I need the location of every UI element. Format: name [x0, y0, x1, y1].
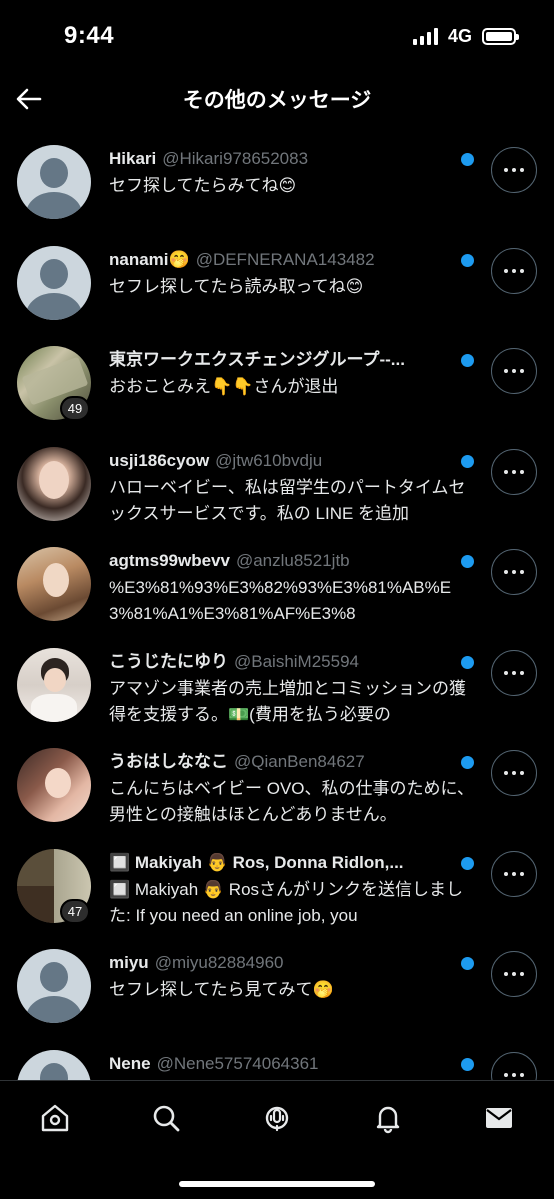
- unread-indicator: [461, 354, 474, 367]
- message-preview: おおことみえ👇👇さんが退出: [109, 377, 339, 396]
- conversation-row[interactable]: Hikari @Hikari978652083 セフ探してたらみてね😊: [0, 132, 554, 233]
- tab-search[interactable]: [146, 1098, 186, 1138]
- more-options-button[interactable]: [491, 850, 537, 897]
- network-label: 4G: [447, 26, 472, 46]
- more-options-button[interactable]: [491, 348, 537, 394]
- sender-name: nanami🤭: [109, 249, 190, 269]
- message-request-list: Hikari @Hikari978652083 セフ探してたらみてね😊 nanam…: [0, 132, 554, 1080]
- signal-icon: [412, 28, 438, 45]
- tab-spaces[interactable]: [257, 1098, 297, 1138]
- search-icon: [153, 1105, 180, 1132]
- conversation-row[interactable]: agtms99wbevv @anzlu8521jtb %E3%81%93%E3%8…: [0, 534, 554, 635]
- home-indicator: [179, 1181, 375, 1187]
- conversation-content: Nene @Nene57574064361: [109, 1052, 475, 1078]
- message-preview: 🔲 Makiyah 👨 Rosさんがリンクを送信しました: If you nee…: [109, 879, 464, 925]
- unread-indicator: [461, 1057, 474, 1071]
- more-options-button[interactable]: [491, 147, 537, 193]
- page-title: その他のメッセージ: [182, 89, 372, 112]
- avatar[interactable]: [17, 145, 91, 219]
- avatar[interactable]: [17, 1049, 91, 1080]
- status-bar: 9:44 4G: [0, 0, 554, 72]
- unread-indicator: [461, 153, 474, 166]
- tab-home[interactable]: [35, 1098, 75, 1138]
- status-indicators: 4G: [412, 26, 519, 47]
- tab-messages[interactable]: [479, 1098, 519, 1138]
- conversation-row[interactable]: nanami🤭 @DEFNERANA143482 セフレ探してたら読み取ってね😊: [0, 233, 554, 334]
- conversation-content: agtms99wbevv @anzlu8521jtb %E3%81%93%E3%8…: [109, 549, 475, 627]
- conversation-content: こうじたにゆり @BaishiM25594 アマゾン事業者の売上増加とコミッション…: [109, 650, 475, 728]
- unread-indicator: [461, 454, 474, 468]
- battery-icon: [482, 28, 519, 45]
- avatar[interactable]: [17, 547, 91, 621]
- member-count-badge: 49: [60, 396, 90, 421]
- conversation-content: 🔲 Makiyah 👨 Ros, Donna Ridlon,... 🔲 Maki…: [109, 851, 475, 929]
- conversation-content: usji186cyow @jtw610bvdju ハローベイビー、私は留学生のパー…: [109, 449, 475, 527]
- message-preview: ハローベイビー、私は留学生のパートタイムセックスサービスです。私の LINE を…: [109, 477, 466, 523]
- notifications-icon: [376, 1106, 400, 1134]
- more-options-button[interactable]: [491, 951, 537, 997]
- sender-name: 東京ワークエクスチェンジグループ--...: [109, 350, 405, 369]
- sender-handle: @jtw610bvdju: [215, 450, 323, 470]
- sender-handle: @Hikari978652083: [162, 149, 309, 168]
- unread-indicator: [461, 253, 474, 267]
- sender-name: miyu: [109, 953, 149, 972]
- avatar[interactable]: [17, 647, 91, 722]
- sender-handle: @miyu82884960: [154, 953, 284, 972]
- sender-name: usji186cyow: [109, 450, 210, 470]
- conversation-row[interactable]: 47 🔲 Makiyah 👨 Ros, Donna Ridlon,... 🔲 M…: [0, 836, 554, 937]
- conversation-row[interactable]: 49 東京ワークエクスチェンジグループ--... おおことみえ👇👇さんが退出: [0, 333, 554, 434]
- sender-handle: @QianBen84627: [234, 752, 365, 771]
- sender-name: 🔲 Makiyah 👨 Ros, Donna Ridlon,...: [109, 852, 404, 872]
- unread-indicator: [461, 756, 474, 769]
- message-preview: %E3%81%93%E3%82%93%E3%81%AB%E3%81%A1%E3%…: [109, 578, 452, 623]
- message-preview: アマゾン事業者の売上増加とコミッションの獲得を支援する。💵(費用を払う必要の: [109, 678, 466, 724]
- conversation-row[interactable]: miyu @miyu82884960 セフレ探してたら見てみて🤭: [0, 936, 554, 1037]
- conversation-content: 東京ワークエクスチェンジグループ--... おおことみえ👇👇さんが退出: [109, 348, 475, 400]
- conversation-content: Hikari @Hikari978652083 セフ探してたらみてね😊: [109, 147, 475, 199]
- sender-name: Hikari: [109, 149, 157, 168]
- avatar[interactable]: [17, 748, 91, 822]
- unread-indicator: [461, 555, 474, 568]
- more-options-button[interactable]: [491, 1051, 537, 1080]
- conversation-row[interactable]: うおはしななこ @QianBen84627 こんにちはベイビー OVO、私の仕事の…: [0, 735, 554, 836]
- home-icon: [41, 1104, 69, 1132]
- unread-indicator: [461, 655, 474, 669]
- more-options-button[interactable]: [491, 247, 537, 294]
- message-preview: こんにちはベイビー OVO、私の仕事のために、男性との接触はほとんどありません。: [109, 779, 474, 824]
- more-options-button[interactable]: [491, 750, 537, 796]
- conversation-row[interactable]: Nene @Nene57574064361: [0, 1037, 554, 1080]
- conversation-row[interactable]: usji186cyow @jtw610bvdju ハローベイビー、私は留学生のパー…: [0, 434, 554, 535]
- sender-name: こうじたにゆり: [109, 651, 228, 671]
- more-options-button[interactable]: [491, 649, 537, 696]
- sender-handle: @anzlu8521jtb: [235, 551, 350, 570]
- spaces-icon: [265, 1106, 289, 1132]
- avatar[interactable]: [17, 949, 91, 1023]
- message-preview: セフレ探してたら見てみて🤭: [109, 980, 334, 999]
- avatar[interactable]: [17, 245, 91, 320]
- unread-indicator: [461, 957, 474, 970]
- more-options-button[interactable]: [491, 549, 537, 595]
- member-count-badge: 47: [60, 898, 90, 924]
- conversation-content: うおはしななこ @QianBen84627 こんにちはベイビー OVO、私の仕事の…: [109, 750, 475, 828]
- sender-name: Nene: [109, 1053, 151, 1073]
- message-preview: セフレ探してたら読み取ってね😊: [109, 276, 364, 296]
- header: その他のメッセージ: [0, 72, 554, 126]
- sender-handle: @BaishiM25594: [234, 651, 359, 671]
- message-preview: セフ探してたらみてね😊: [109, 176, 297, 195]
- conversation-content: nanami🤭 @DEFNERANA143482 セフレ探してたら読み取ってね😊: [109, 248, 475, 300]
- sender-handle: @DEFNERANA143482: [195, 249, 375, 269]
- sender-name: agtms99wbevv: [109, 551, 230, 570]
- sender-name: うおはしななこ: [109, 752, 228, 771]
- status-time: 9:44: [64, 22, 115, 49]
- messages-icon: [486, 1108, 512, 1128]
- sender-handle: @Nene57574064361: [156, 1053, 319, 1073]
- conversation-content: miyu @miyu82884960 セフレ探してたら見てみて🤭: [109, 951, 475, 1003]
- tab-notifications[interactable]: [368, 1098, 408, 1138]
- more-options-button[interactable]: [491, 448, 537, 495]
- unread-indicator: [461, 856, 474, 870]
- conversation-row[interactable]: こうじたにゆり @BaishiM25594 アマゾン事業者の売上増加とコミッション…: [0, 635, 554, 736]
- avatar[interactable]: [17, 446, 91, 521]
